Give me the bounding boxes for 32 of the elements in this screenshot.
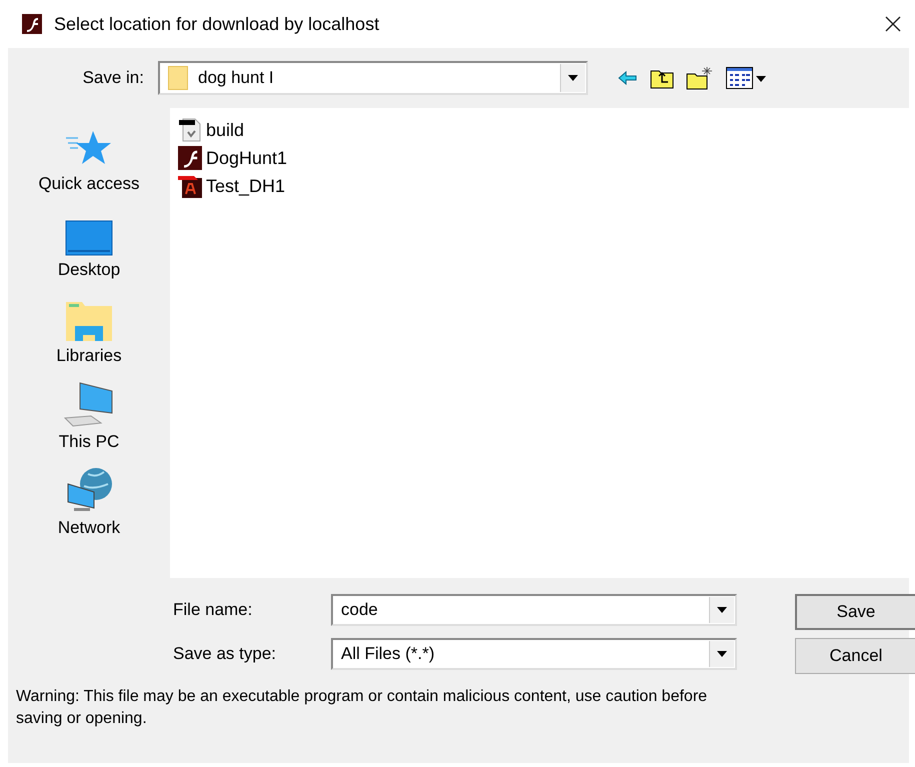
document-icon (178, 118, 202, 142)
cancel-button[interactable]: Cancel (795, 638, 915, 674)
place-label[interactable]: Libraries (56, 346, 122, 366)
window-title: Select location for download by localhost (54, 14, 380, 34)
folder-icon (168, 66, 188, 90)
file-name-label: File name: (173, 600, 254, 620)
view-menu-icon[interactable] (726, 67, 768, 89)
flash-icon (22, 14, 42, 34)
caret-icon (568, 75, 578, 81)
flash-icon (178, 146, 202, 170)
save-as-type-label: Save as type: (173, 644, 278, 664)
file-name[interactable]: Test_DH1 (206, 176, 286, 196)
place-label[interactable]: Quick access (38, 174, 140, 194)
place-label[interactable]: Desktop (58, 260, 120, 280)
file-name[interactable]: DogHunt1 (206, 148, 288, 168)
computer-icon[interactable] (63, 382, 115, 428)
file-name-field[interactable]: code (331, 594, 737, 626)
save-as-type-dropdown[interactable]: All Files (*.*) (331, 638, 737, 670)
caret-icon (717, 651, 727, 657)
save-in-dropdown[interactable]: dog hunt I (158, 61, 588, 95)
close-icon[interactable] (885, 16, 901, 32)
place-label[interactable]: This PC (58, 432, 120, 452)
new-folder-icon[interactable] (686, 66, 714, 90)
monitor-icon[interactable] (65, 220, 113, 256)
warning-text: Warning: This file may be an executable program or contain malicious content, use caution before saving or opening. (16, 687, 708, 729)
animate-file-icon (178, 174, 202, 198)
back-arrow-icon[interactable] (618, 70, 638, 86)
file-name[interactable]: build (206, 120, 244, 140)
save-in-label: Save in: (82, 68, 145, 88)
caret-icon (717, 607, 727, 613)
save-button[interactable]: Save (795, 594, 915, 630)
place-label[interactable]: Network (58, 518, 120, 538)
